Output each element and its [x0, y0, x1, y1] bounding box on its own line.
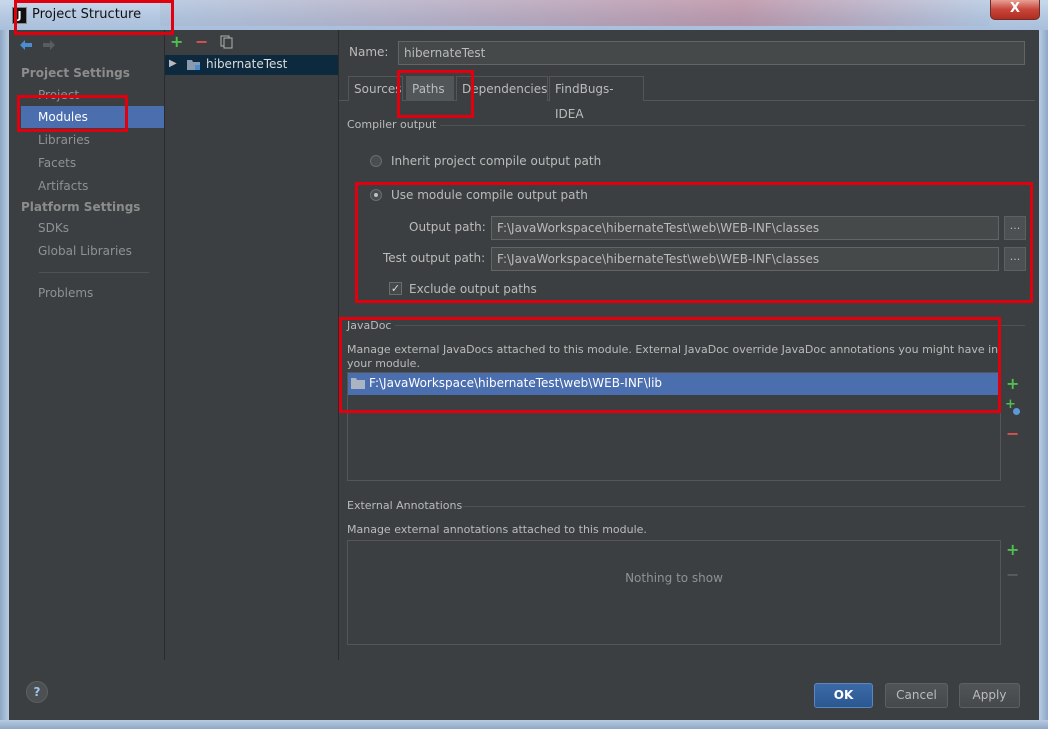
- sidebar-item-sdks[interactable]: SDKs: [21, 217, 164, 239]
- window-frame-left: [0, 30, 9, 729]
- external-annotations-title: External Annotations: [347, 499, 463, 512]
- project-settings-header: Project Settings: [21, 66, 130, 80]
- module-name-field[interactable]: hibernateTest: [398, 41, 1025, 65]
- highlight-box-modules: [17, 95, 128, 132]
- module-name: hibernateTest: [206, 57, 288, 71]
- add-javadoc-icon[interactable]: +: [1006, 374, 1019, 393]
- compiler-output-divider: [440, 125, 1025, 126]
- platform-settings-header: Platform Settings: [21, 200, 141, 214]
- compiler-output-title: Compiler output: [347, 118, 437, 131]
- copy-icon[interactable]: [220, 35, 233, 49]
- sidebar-item-libraries[interactable]: Libraries: [21, 129, 164, 151]
- sidebar-item-artifacts[interactable]: Artifacts: [21, 175, 164, 197]
- help-icon[interactable]: ?: [26, 681, 48, 703]
- highlight-box-output-paths: [355, 182, 1033, 303]
- highlight-box-javadoc: [339, 317, 1001, 413]
- apply-button[interactable]: Apply: [959, 683, 1020, 708]
- highlight-box-paths-tab: [397, 70, 474, 118]
- expand-arrow-icon[interactable]: ▶: [169, 58, 177, 69]
- window-frame-bottom: [0, 720, 1048, 729]
- back-arrow-icon[interactable]: [19, 39, 33, 51]
- inherit-output-radio[interactable]: [370, 155, 382, 167]
- sidebar-item-global-libraries[interactable]: Global Libraries: [21, 240, 164, 262]
- module-list-panel: [165, 30, 339, 660]
- module-folder-icon: [187, 60, 200, 70]
- add-javadoc-url-icon[interactable]: +: [1004, 397, 1022, 417]
- window-frame-right: [1039, 30, 1048, 729]
- empty-list-text: Nothing to show: [625, 571, 723, 585]
- add-annotation-icon[interactable]: +: [1006, 540, 1019, 559]
- sidebar-item-facets[interactable]: Facets: [21, 152, 164, 174]
- tab-sources[interactable]: Sources: [348, 76, 403, 101]
- tab-findbugs-idea[interactable]: FindBugs-IDEA: [549, 76, 644, 121]
- remove-module-icon[interactable]: −: [195, 32, 208, 51]
- name-label: Name:: [349, 45, 389, 59]
- ok-button[interactable]: OK: [814, 683, 873, 708]
- remove-javadoc-icon[interactable]: −: [1006, 424, 1019, 443]
- sidebar-separator: [39, 272, 149, 273]
- external-annotations-divider: [463, 506, 1025, 507]
- highlight-box-title: [14, 0, 174, 35]
- module-tree-row[interactable]: ▶ hibernateTest: [165, 55, 338, 75]
- cancel-button[interactable]: Cancel: [885, 683, 948, 708]
- inherit-output-label: Inherit project compile output path: [391, 154, 602, 168]
- close-button[interactable]: X: [990, 0, 1040, 20]
- external-annotations-list: Nothing to show: [347, 540, 1001, 645]
- external-annotations-description: Manage external annotations attached to …: [347, 523, 647, 536]
- forward-arrow-icon[interactable]: [42, 39, 56, 51]
- remove-annotation-icon: −: [1006, 565, 1020, 584]
- sidebar-item-problems[interactable]: Problems: [21, 282, 164, 304]
